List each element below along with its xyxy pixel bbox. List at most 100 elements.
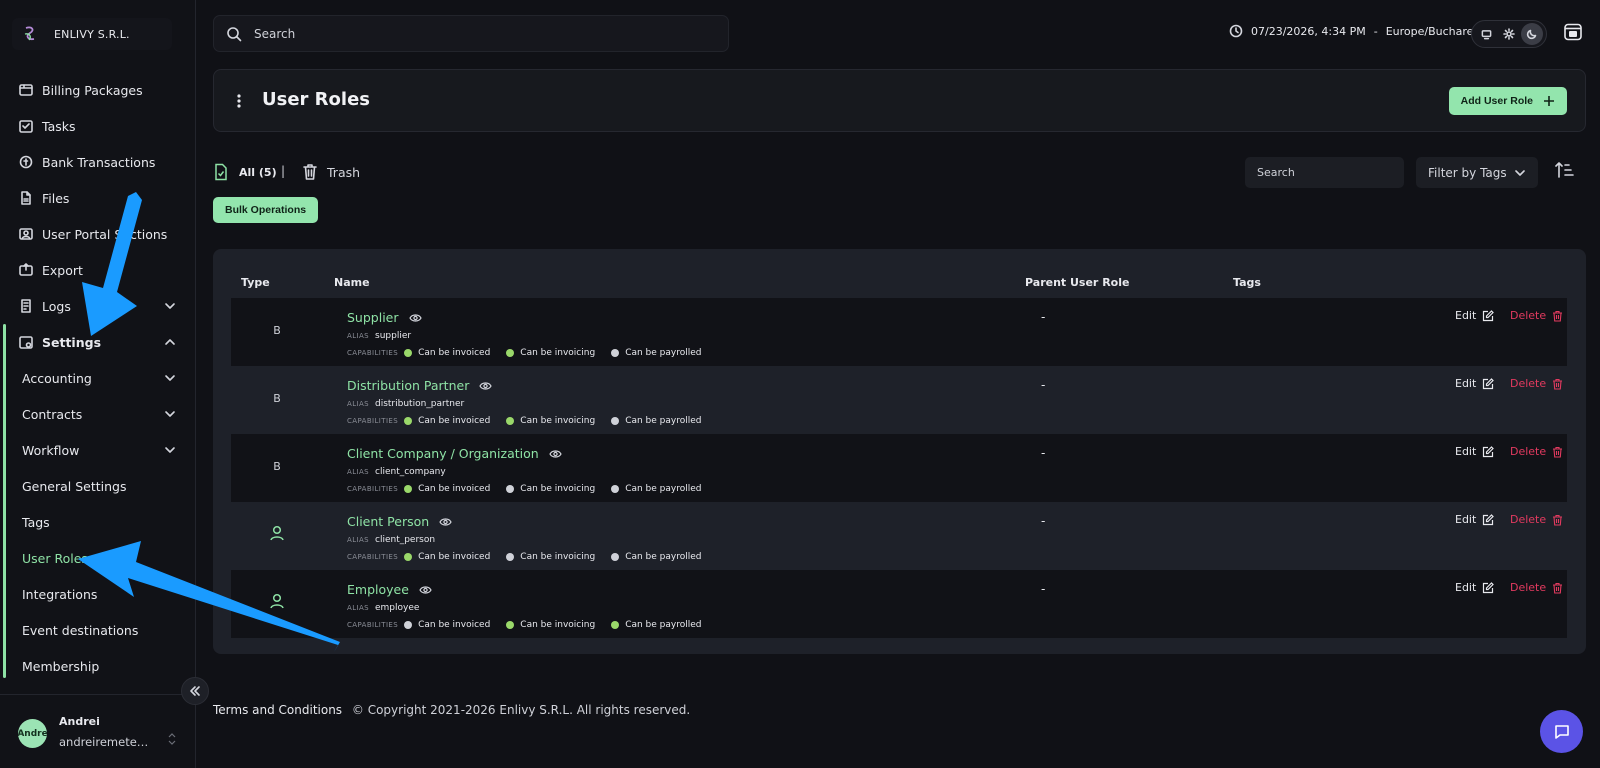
capabilities-label: CAPABILITIES bbox=[347, 349, 399, 357]
clock-icon bbox=[1229, 24, 1243, 38]
capability-status-dot bbox=[404, 349, 413, 357]
parent-user-role: - bbox=[1041, 310, 1046, 324]
eye-icon[interactable] bbox=[479, 381, 492, 391]
delete-button[interactable]: Delete bbox=[1510, 445, 1563, 458]
edit-button[interactable]: Edit bbox=[1455, 377, 1495, 390]
role-name-link[interactable]: Employee bbox=[347, 582, 432, 597]
role-name-link[interactable]: Client Person bbox=[347, 514, 452, 529]
role-name: Employee bbox=[347, 582, 409, 597]
chat-icon bbox=[1554, 724, 1569, 739]
chevron-up-icon bbox=[165, 339, 175, 345]
capability-label: Can be payrolled bbox=[625, 416, 702, 426]
role-capabilities: CAPABILITIES Can be invoiced Can be invoic… bbox=[347, 348, 717, 358]
delete-label: Delete bbox=[1510, 377, 1547, 390]
sort-button[interactable] bbox=[1555, 161, 1575, 179]
delete-button[interactable]: Delete bbox=[1510, 581, 1563, 594]
sidebar-item-label: General Settings bbox=[22, 478, 127, 494]
file-check-icon bbox=[215, 163, 227, 181]
chat-button[interactable] bbox=[1540, 710, 1583, 753]
capability-label: Can be invoiced bbox=[418, 348, 491, 358]
trash-icon bbox=[1553, 446, 1563, 458]
parent-user-role: - bbox=[1041, 582, 1046, 596]
role-name: Client Person bbox=[347, 514, 430, 529]
app-launcher-button[interactable] bbox=[1563, 22, 1583, 42]
role-name-link[interactable]: Client Company / Organization bbox=[347, 446, 562, 461]
sidebar-item-label: Accounting bbox=[22, 370, 92, 386]
sidebar-item-label: Event destinations bbox=[22, 622, 139, 638]
capability-item: Can be invoiced bbox=[404, 348, 490, 358]
sidebar-item-integrations[interactable]: Integrations bbox=[0, 576, 196, 612]
plus-icon bbox=[1544, 96, 1554, 106]
bulk-operations-button[interactable]: Bulk Operations bbox=[213, 197, 319, 223]
eye-icon[interactable] bbox=[439, 517, 452, 527]
edit-button[interactable]: Edit bbox=[1455, 445, 1495, 458]
roles-search-input[interactable] bbox=[1257, 166, 1397, 179]
edit-button[interactable]: Edit bbox=[1455, 309, 1495, 322]
theme-dark-option[interactable] bbox=[1520, 23, 1543, 45]
edit-button[interactable]: Edit bbox=[1455, 581, 1495, 594]
capability-item: Can be invoicing bbox=[506, 348, 595, 358]
delete-button[interactable]: Delete bbox=[1510, 513, 1563, 526]
sidebar-item-event-destinations[interactable]: Event destinations bbox=[0, 612, 196, 648]
capability-status-dot bbox=[506, 553, 515, 561]
capability-item: Can be invoicing bbox=[506, 484, 595, 494]
filter-trash-tab[interactable]: Trash bbox=[302, 163, 360, 181]
terms-link[interactable]: Terms and Conditions bbox=[213, 703, 342, 717]
org-switcher[interactable]: ENLIVY S.R.L. bbox=[12, 18, 172, 50]
capability-item: Can be invoicing bbox=[506, 416, 595, 426]
sidebar-item-general-settings[interactable]: General Settings bbox=[0, 468, 196, 504]
sidebar-item-export[interactable]: Export bbox=[0, 252, 196, 288]
chevron-updown-icon[interactable] bbox=[168, 733, 176, 745]
alias-value: client_company bbox=[375, 467, 446, 477]
role-name-link[interactable]: Distribution Partner bbox=[347, 378, 492, 393]
eye-icon[interactable] bbox=[549, 449, 562, 459]
kebab-menu-icon[interactable] bbox=[236, 92, 242, 110]
sidebar-item-user-roles[interactable]: User Roles bbox=[0, 540, 196, 576]
sidebar-item-user-portal-sections[interactable]: User Portal Sections bbox=[0, 216, 196, 252]
filter-all-tab[interactable]: All (5) bbox=[213, 163, 277, 181]
capability-label: Can be invoicing bbox=[520, 552, 596, 562]
filter-by-tags-dropdown[interactable]: Filter by Tags bbox=[1416, 157, 1538, 188]
global-search[interactable] bbox=[213, 15, 729, 52]
theme-light-option[interactable] bbox=[1498, 23, 1520, 45]
alias-label: ALIAS bbox=[347, 332, 369, 340]
sidebar-item-billing-packages[interactable]: Billing Packages bbox=[0, 72, 196, 108]
alias-label: ALIAS bbox=[347, 468, 369, 476]
sidebar-item-label: Integrations bbox=[22, 586, 98, 602]
delete-button[interactable]: Delete bbox=[1510, 377, 1563, 390]
edit-label: Edit bbox=[1455, 513, 1477, 526]
sidebar-item-contracts[interactable]: Contracts bbox=[0, 396, 196, 432]
collapse-sidebar-button[interactable] bbox=[181, 677, 209, 705]
sidebar-item-logs[interactable]: Logs bbox=[0, 288, 196, 324]
bank-icon bbox=[19, 155, 33, 169]
capability-status-dot bbox=[611, 553, 620, 561]
bulk-operations-label: Bulk Operations bbox=[225, 204, 307, 216]
filter-by-tags-label: Filter by Tags bbox=[1428, 165, 1507, 180]
sidebar-item-bank-transactions[interactable]: Bank Transactions bbox=[0, 144, 196, 180]
roles-search[interactable] bbox=[1245, 157, 1404, 188]
trash-icon bbox=[1553, 378, 1563, 390]
sidebar-item-tasks[interactable]: Tasks bbox=[0, 108, 196, 144]
sidebar-item-membership[interactable]: Membership bbox=[0, 648, 196, 684]
capability-item: Can be invoiced bbox=[404, 416, 490, 426]
sidebar-item-accounting[interactable]: Accounting bbox=[0, 360, 196, 396]
datetime-display: 07/23/2026, 4:34 PM - Europe/Bucharest bbox=[1229, 24, 1483, 38]
delete-button[interactable]: Delete bbox=[1510, 309, 1563, 322]
role-name-link[interactable]: Supplier bbox=[347, 310, 422, 325]
timezone: Europe/Bucharest bbox=[1385, 24, 1484, 38]
sidebar-item-workflow[interactable]: Workflow bbox=[0, 432, 196, 468]
add-user-role-button[interactable]: Add User Role bbox=[1448, 87, 1567, 115]
global-search-input[interactable] bbox=[254, 26, 694, 41]
sidebar-item-label: User Roles bbox=[22, 550, 88, 566]
filter-separator: | bbox=[281, 164, 286, 178]
role-type: B bbox=[273, 324, 281, 337]
eye-icon[interactable] bbox=[408, 313, 422, 323]
edit-button[interactable]: Edit bbox=[1455, 513, 1495, 526]
user-account[interactable]: Andre Andrei andreiremeteanu@ bbox=[0, 694, 196, 768]
sidebar-item-files[interactable]: Files bbox=[0, 180, 196, 216]
sidebar-item-tags[interactable]: Tags bbox=[0, 504, 196, 540]
sidebar-item-settings[interactable]: Settings bbox=[0, 324, 196, 360]
theme-system-option[interactable] bbox=[1475, 23, 1497, 45]
eye-icon[interactable] bbox=[419, 585, 432, 595]
double-chevron-left-icon bbox=[190, 686, 200, 696]
